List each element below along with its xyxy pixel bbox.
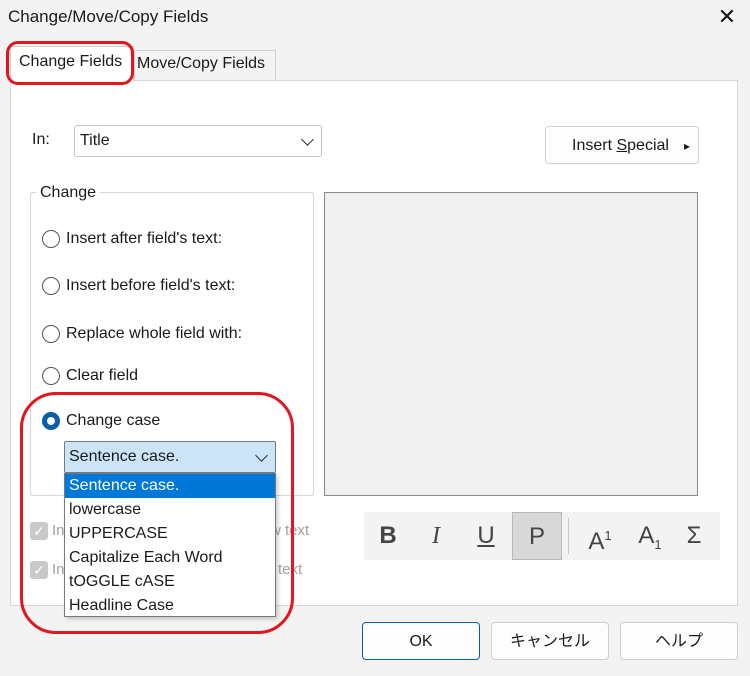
radio-button[interactable]: [42, 230, 60, 248]
italic-icon[interactable]: I: [414, 512, 458, 560]
subscript-glyph: A: [638, 522, 655, 549]
preview-textbox[interactable]: [324, 192, 698, 496]
format-toolbar: B I U P A1 A1 Σ: [364, 512, 720, 560]
radio-button[interactable]: [42, 277, 60, 295]
in-label: In:: [32, 131, 50, 148]
radio-label: Replace whole field with:: [66, 325, 243, 342]
superscript-icon[interactable]: A1: [578, 512, 622, 560]
help-button[interactable]: ヘルプ: [620, 622, 738, 660]
insert-special-label-post: pecial: [627, 137, 669, 154]
case-select[interactable]: Sentence case.: [64, 441, 276, 473]
radio-button-selected[interactable]: [42, 412, 60, 430]
case-select-value: Sentence case.: [69, 448, 180, 465]
radio-label: Clear field: [66, 367, 139, 384]
radio-label: Insert after field's text:: [66, 230, 223, 247]
chevron-down-icon: [255, 449, 268, 462]
ok-button[interactable]: OK: [362, 622, 480, 660]
toolbar-divider: [568, 518, 569, 554]
checkbox-checked-icon[interactable]: ✓: [30, 522, 48, 540]
radio-replace-field[interactable]: Replace whole field with:: [42, 322, 242, 346]
plain-text-icon[interactable]: P: [512, 512, 562, 560]
checkbox-2-text-start: In: [52, 561, 65, 578]
dropdown-option[interactable]: lowercase: [65, 498, 275, 522]
checkbox-2-text-end: text: [278, 561, 303, 578]
cancel-button[interactable]: キャンセル: [491, 622, 609, 660]
dropdown-option[interactable]: Capitalize Each Word: [65, 546, 275, 570]
triangle-right-icon: ▸: [684, 139, 691, 153]
dropdown-option[interactable]: UPPERCASE: [65, 522, 275, 546]
chevron-down-icon: [301, 133, 314, 146]
insert-special-label-ul: S: [616, 137, 628, 154]
in-field-select[interactable]: Title: [74, 125, 322, 157]
insert-special-button[interactable]: Insert Special ▸: [545, 126, 699, 164]
radio-label: Change case: [66, 412, 161, 429]
radio-button[interactable]: [42, 325, 60, 343]
title-bar: Change/Move/Copy Fields ✕: [0, 0, 750, 34]
checkbox-1-text-start: In: [52, 522, 65, 539]
subscript-sub: 1: [654, 536, 662, 552]
window-title: Change/Move/Copy Fields: [8, 7, 209, 26]
subscript-icon[interactable]: A1: [628, 512, 672, 560]
radio-insert-before[interactable]: Insert before field's text:: [42, 274, 235, 298]
dropdown-option[interactable]: tOGGLE cASE: [65, 570, 275, 594]
change-group-title: Change: [36, 184, 101, 202]
symbol-sigma-icon[interactable]: Σ: [672, 512, 716, 560]
radio-change-case[interactable]: Change case: [42, 409, 160, 433]
in-field-value: Title: [80, 132, 110, 149]
dropdown-option[interactable]: Headline Case: [65, 594, 275, 618]
superscript-sup: 1: [604, 528, 612, 543]
bold-icon[interactable]: B: [366, 512, 410, 560]
dropdown-option[interactable]: Sentence case.: [65, 474, 275, 498]
checkbox-checked-icon[interactable]: ✓: [30, 561, 48, 579]
superscript-glyph: A: [588, 528, 605, 555]
tab-change-fields[interactable]: Change Fields: [10, 46, 134, 82]
tab-move-copy-fields[interactable]: Move/Copy Fields: [134, 50, 276, 80]
case-dropdown-list: Sentence case. lowercase UPPERCASE Capit…: [64, 473, 276, 617]
underline-icon[interactable]: U: [464, 512, 508, 560]
radio-button[interactable]: [42, 367, 60, 385]
radio-insert-after[interactable]: Insert after field's text:: [42, 227, 222, 251]
radio-label: Insert before field's text:: [66, 277, 236, 294]
close-icon[interactable]: ✕: [712, 2, 742, 32]
radio-clear-field[interactable]: Clear field: [42, 364, 138, 388]
insert-special-label-pre: Insert: [572, 137, 617, 154]
